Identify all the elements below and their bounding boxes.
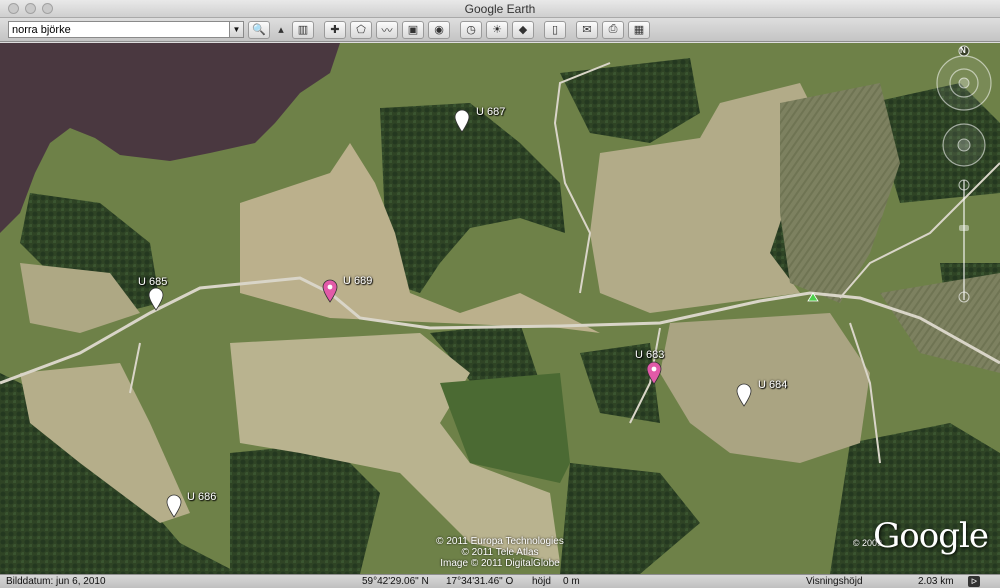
add-polygon-button[interactable]: ⬠ <box>350 20 372 39</box>
sidebar-icon: ▥ <box>297 24 309 36</box>
sun-icon: ☀ <box>492 24 502 36</box>
placemark-pin[interactable] <box>736 383 752 407</box>
pin-icon <box>736 383 752 407</box>
window-title: Google Earth <box>464 2 536 16</box>
search-history-dropdown[interactable]: ▼ <box>229 22 243 37</box>
placemark-pin[interactable] <box>322 279 338 303</box>
placemark-pin[interactable] <box>148 287 164 311</box>
printer-icon: ⎙ <box>608 23 618 35</box>
eye-altitude-value: 2.03 km <box>918 576 954 587</box>
ruler-button[interactable]: ▯ <box>544 20 566 39</box>
elevation-label: höjd <box>532 576 551 587</box>
search-input[interactable] <box>9 22 225 37</box>
image-date: Bilddatum: jun 6, 2010 <box>6 576 106 587</box>
latitude-readout: 59°42'29.06" N <box>362 576 429 587</box>
add-path-button[interactable]: 〰 <box>376 20 398 39</box>
placemark-pin[interactable] <box>454 109 470 133</box>
print-button[interactable]: ⎙ <box>602 20 624 39</box>
placemark-pin[interactable] <box>646 361 662 385</box>
map-view[interactable]: U 687 U 685 U 689 U 683 U 684 U 686 N © … <box>0 43 1000 574</box>
title-bar: Google Earth <box>0 0 1000 18</box>
pin-icon <box>454 109 470 133</box>
pin-icon <box>646 361 662 385</box>
search-button[interactable]: 🔍 <box>248 20 270 39</box>
historical-imagery-button[interactable]: ◷ <box>460 20 482 39</box>
planet-switch-button[interactable]: ◆ <box>512 20 534 39</box>
image-overlay-button[interactable]: ▣ <box>402 20 424 39</box>
placemark-label[interactable]: U 685 <box>138 276 167 288</box>
attribution-line: © 2011 Tele Atlas <box>461 547 539 558</box>
eye-altitude-label: Visningshöjd <box>806 576 863 587</box>
record-icon: ◉ <box>434 24 444 36</box>
polygon-icon: ⬠ <box>356 24 366 36</box>
add-placemark-button[interactable]: ✚ <box>324 20 346 39</box>
placemark-pin[interactable] <box>166 494 182 518</box>
nav-control-graphics <box>936 45 992 303</box>
placemark-icon: ✚ <box>330 24 340 36</box>
record-tour-button[interactable]: ◉ <box>428 20 450 39</box>
pin-icon <box>148 287 164 311</box>
zoom-window-button[interactable] <box>42 3 53 14</box>
magnifier-icon: 🔍 <box>252 24 266 36</box>
placemark-label[interactable]: U 686 <box>187 491 216 503</box>
toolbar: ▼ 🔍 ▴ ▥ ✚ ⬠ 〰 ▣ ◉ ◷ ☀ ◆ ▯ ✉ ⎙ ▦ <box>0 18 1000 42</box>
north-icon: N <box>960 46 966 55</box>
pin-icon <box>322 279 338 303</box>
triangle-up-icon: ▴ <box>278 24 284 36</box>
collapse-button[interactable]: ▴ <box>274 21 288 39</box>
close-window-button[interactable] <box>8 3 19 14</box>
clock-icon: ◷ <box>466 24 476 36</box>
longitude-readout: 17°34'31.46" O <box>446 576 514 587</box>
ruler-icon: ▯ <box>551 24 559 36</box>
placemark-label[interactable]: U 687 <box>476 106 505 118</box>
window-controls <box>8 3 53 14</box>
pin-icon <box>166 494 182 518</box>
minimize-window-button[interactable] <box>25 3 36 14</box>
overlay-icon: ▣ <box>407 24 419 36</box>
placemark-label[interactable]: U 689 <box>343 275 372 287</box>
tour-guide-icon[interactable]: ᐅ <box>968 576 980 587</box>
zoom-slider-thumb[interactable] <box>959 225 969 231</box>
sidebar-toggle-button[interactable]: ▥ <box>292 20 314 39</box>
search-box[interactable]: ▼ <box>8 21 244 38</box>
email-button[interactable]: ✉ <box>576 20 598 39</box>
attribution-line: Image © 2011 DigitalGlobe <box>440 558 560 569</box>
envelope-icon: ✉ <box>582 24 592 36</box>
placemark-label[interactable]: U 683 <box>635 349 664 361</box>
map-icon: ▦ <box>633 24 645 36</box>
placemark-label[interactable]: U 684 <box>758 379 787 391</box>
elevation-value: 0 m <box>563 576 580 587</box>
status-bar: Bilddatum: jun 6, 2010 59°42'29.06" N 17… <box>0 574 1000 588</box>
path-icon: 〰 <box>381 24 393 37</box>
view-in-maps-button[interactable]: ▦ <box>628 20 650 39</box>
planet-icon: ◆ <box>518 24 528 36</box>
sunlight-button[interactable]: ☀ <box>486 20 508 39</box>
google-logo: Google <box>873 516 989 556</box>
navigation-controls: N <box>934 45 994 315</box>
attribution-line: © 2011 Europa Technologies <box>436 536 564 547</box>
